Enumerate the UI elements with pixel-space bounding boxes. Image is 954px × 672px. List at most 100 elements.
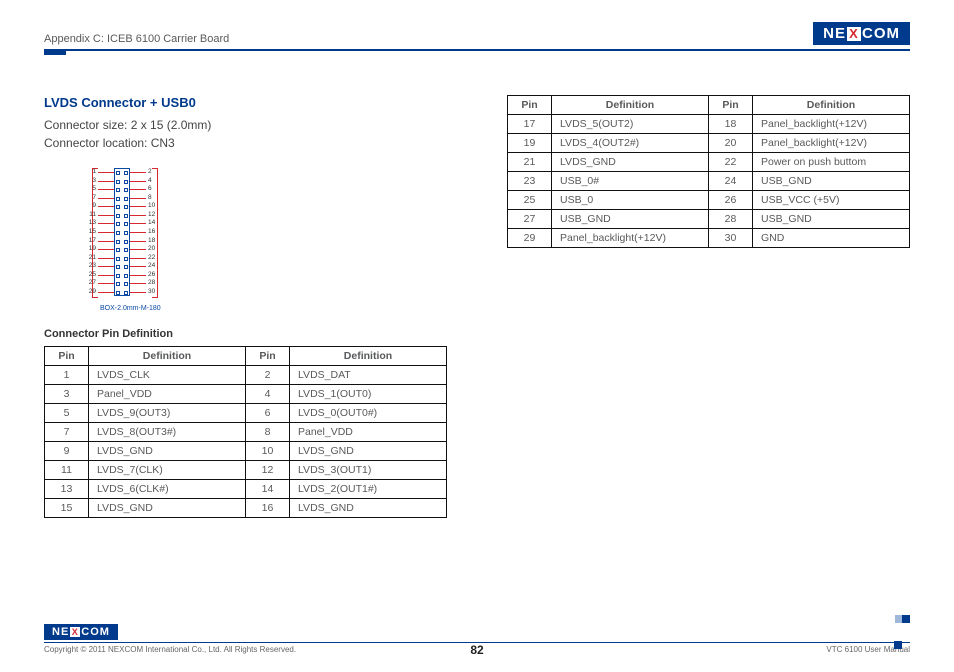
definition-cell: USB_GND [552,210,709,229]
table-row: 7LVDS_8(OUT3#)8Panel_VDD [45,423,447,442]
definition-cell: LVDS_0(OUT0#) [290,404,447,423]
definition-cell: Panel_VDD [89,385,246,404]
pin-cell: 20 [709,134,753,153]
footer-nexcom-logo: NE X COM [44,624,118,640]
diagram-pin-label: 22 [148,254,155,261]
th-definition: Definition [552,96,709,115]
logo-part-left: NE [52,626,69,638]
pin-cell: 8 [246,423,290,442]
definition-cell: Panel_backlight(+12V) [753,115,910,134]
copyright: Copyright © 2011 NEXCOM International Co… [44,645,296,654]
definition-cell: Panel_backlight(+12V) [753,134,910,153]
diagram-pin-label: 2 [148,168,152,175]
pin-cell: 18 [709,115,753,134]
pin-cell: 28 [709,210,753,229]
pin-definition-heading: Connector Pin Definition [44,328,447,340]
table-row: 3Panel_VDD4LVDS_1(OUT0) [45,385,447,404]
table-row: 17LVDS_5(OUT2)18Panel_backlight(+12V) [508,115,910,134]
definition-cell: Power on push buttom [753,153,910,172]
table-row: 9LVDS_GND10LVDS_GND [45,442,447,461]
definition-cell: LVDS_DAT [290,366,447,385]
table-row: 25USB_026USB_VCC (+5V) [508,191,910,210]
section-title: LVDS Connector + USB0 [44,95,447,110]
th-definition: Definition [290,347,447,366]
pin-cell: 19 [508,134,552,153]
definition-cell: USB_GND [753,210,910,229]
th-pin: Pin [709,96,753,115]
connector-location: Connector location: CN3 [44,134,447,152]
footer-corner-marks [895,610,910,646]
diagram-pin-label: 7 [84,194,96,201]
pin-cell: 6 [246,404,290,423]
table-row: 23USB_0#24USB_GND [508,172,910,191]
th-pin: Pin [45,347,89,366]
definition-cell: LVDS_5(OUT2) [552,115,709,134]
diagram-pin-label: 26 [148,271,155,278]
pin-cell: 21 [508,153,552,172]
diagram-pin-label: 30 [148,288,155,295]
pin-table-right: Pin Definition Pin Definition 17LVDS_5(O… [507,95,910,248]
diagram-pin-label: 28 [148,279,155,286]
diagram-pin-label: 15 [84,228,96,235]
logo-x-icon: X [847,27,861,41]
diagram-caption: BOX-2.0mm-M-180 [100,305,161,312]
logo-part-right: COM [862,25,900,42]
definition-cell: LVDS_8(OUT3#) [89,423,246,442]
diagram-pin-label: 10 [148,202,155,209]
diagram-pin-label: 29 [84,288,96,295]
definition-cell: LVDS_4(OUT2#) [552,134,709,153]
table-row: 11LVDS_7(CLK)12LVDS_3(OUT1) [45,461,447,480]
definition-cell: USB_0 [552,191,709,210]
definition-cell: LVDS_2(OUT1#) [290,480,447,499]
pin-cell: 25 [508,191,552,210]
diagram-pin-label: 27 [84,279,96,286]
diagram-pin-label: 21 [84,254,96,261]
table-row: 21LVDS_GND22Power on push buttom [508,153,910,172]
connector-size: Connector size: 2 x 15 (2.0mm) [44,116,447,134]
definition-cell: LVDS_GND [552,153,709,172]
logo-part-left: NE [823,25,846,42]
pin-cell: 27 [508,210,552,229]
diagram-pin-label: 4 [148,177,152,184]
definition-cell: LVDS_1(OUT0) [290,385,447,404]
pin-cell: 9 [45,442,89,461]
definition-cell: LVDS_7(CLK) [89,461,246,480]
page-number: 82 [470,643,483,657]
pin-cell: 26 [709,191,753,210]
diagram-pin-label: 12 [148,211,155,218]
definition-cell: Panel_backlight(+12V) [552,229,709,248]
diagram-pin-label: 14 [148,219,155,226]
diagram-pin-label: 18 [148,237,155,244]
diagram-pin-label: 17 [84,237,96,244]
table-row: 1LVDS_CLK2LVDS_DAT [45,366,447,385]
table-row: 15LVDS_GND16LVDS_GND [45,499,447,518]
diagram-pin-label: 24 [148,262,155,269]
definition-cell: LVDS_3(OUT1) [290,461,447,480]
definition-cell: LVDS_9(OUT3) [89,404,246,423]
diagram-pin-label: 6 [148,185,152,192]
logo-part-right: COM [81,626,110,638]
definition-cell: LVDS_GND [89,442,246,461]
diagram-pin-label: 1 [84,168,96,175]
diagram-pin-label: 8 [148,194,152,201]
pin-cell: 13 [45,480,89,499]
diagram-pin-label: 11 [84,211,96,218]
pin-cell: 16 [246,499,290,518]
diagram-pin-label: 25 [84,271,96,278]
definition-cell: LVDS_GND [89,499,246,518]
pin-cell: 14 [246,480,290,499]
pin-cell: 12 [246,461,290,480]
table-row: 5LVDS_9(OUT3)6LVDS_0(OUT0#) [45,404,447,423]
th-pin: Pin [246,347,290,366]
pin-cell: 11 [45,461,89,480]
definition-cell: LVDS_GND [290,499,447,518]
pin-table-left: Pin Definition Pin Definition 1LVDS_CLK2… [44,346,447,518]
pin-cell: 29 [508,229,552,248]
pin-cell: 24 [709,172,753,191]
diagram-pin-label: 23 [84,262,96,269]
pin-cell: 30 [709,229,753,248]
pin-cell: 7 [45,423,89,442]
table-row: 27USB_GND28USB_GND [508,210,910,229]
th-definition: Definition [89,347,246,366]
diagram-pin-label: 19 [84,245,96,252]
